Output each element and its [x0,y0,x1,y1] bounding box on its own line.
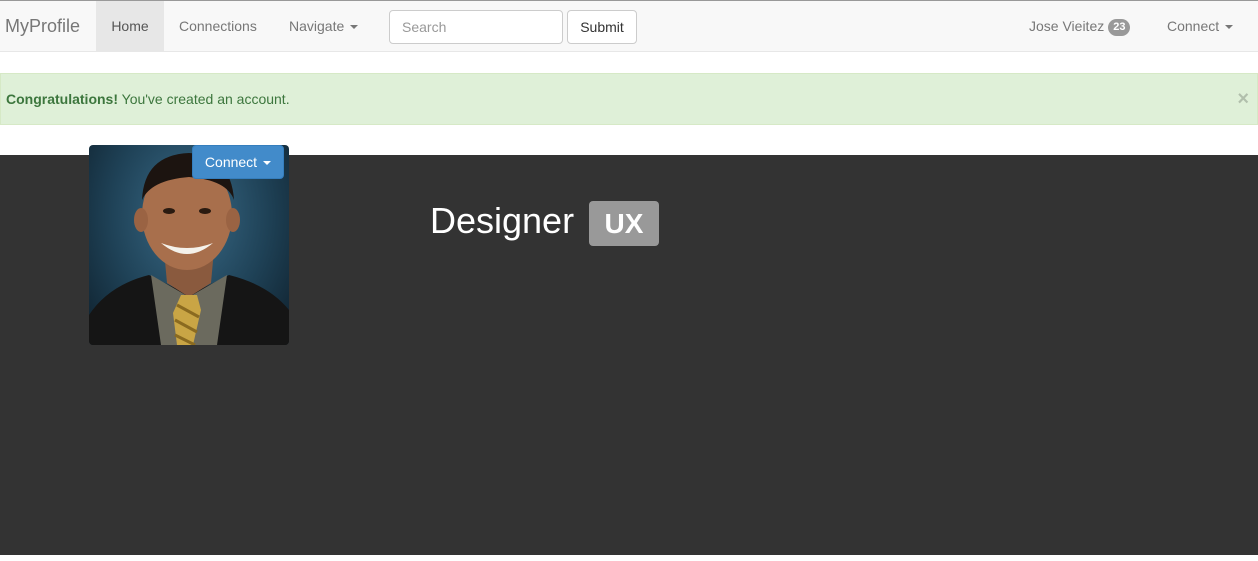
profile-connect-button[interactable]: Connect [192,145,284,179]
notification-badge: 23 [1108,18,1131,36]
nav-connect-dropdown[interactable]: Connect [1167,1,1234,52]
submit-button[interactable]: Submit [567,10,637,44]
nav-connections[interactable]: Connections [179,1,257,52]
nav-user-menu[interactable]: Jose Vieitez 23 [1029,1,1131,52]
profile-title: Designer [430,200,575,241]
profile-connect-label: Connect [204,154,258,170]
alert-strong-text: Congratulations! [6,91,118,107]
nav-home[interactable]: Home [96,1,164,52]
close-icon[interactable]: × [1237,74,1249,124]
nav-navigate-dropdown[interactable]: Navigate [289,1,359,52]
user-name: Jose Vieitez [1029,18,1105,34]
role-badge: UX [589,201,659,246]
top-navbar: MyProfile Home Connections Navigate Subm… [0,0,1258,52]
alert-message: You've created an account. [118,91,290,107]
caret-down-icon [350,25,359,30]
success-alert: Congratulations! You've created an accou… [0,73,1258,125]
search-input[interactable] [389,10,563,44]
caret-down-icon [1225,25,1234,30]
nav-connect-label: Connect [1167,18,1220,34]
caret-down-icon [263,161,272,166]
brand-logo[interactable]: MyProfile [5,1,80,52]
nav-navigate-label: Navigate [289,18,345,34]
